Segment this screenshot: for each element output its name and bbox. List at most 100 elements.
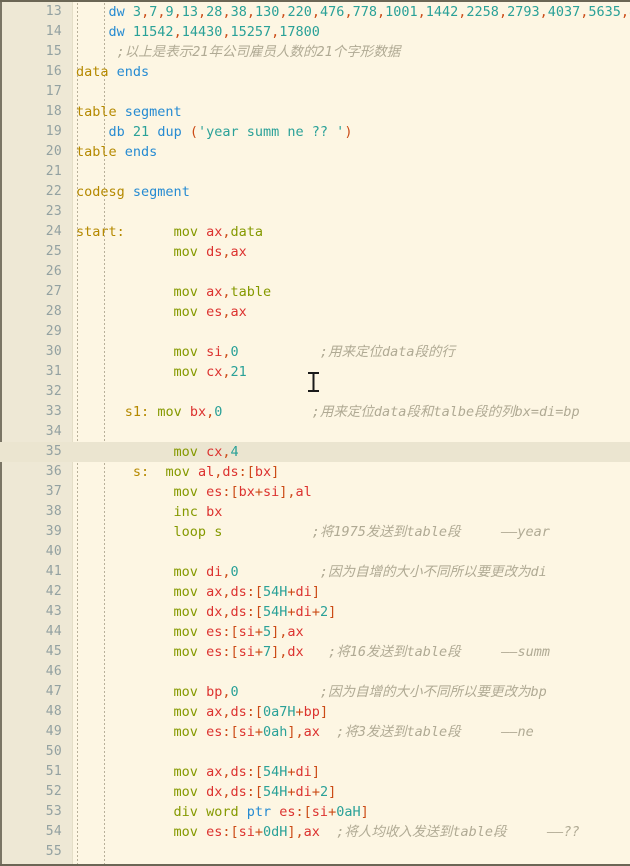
code-line[interactable]: 18 table segment [0, 102, 630, 122]
code-line[interactable]: 56 [0, 862, 630, 864]
code-line[interactable]: 31 mov cx,21 [0, 362, 630, 382]
code-line[interactable]: 36 s: mov al,ds:[bx] [0, 462, 630, 482]
code-line[interactable]: 51 mov ax,ds:[54H+di] [0, 762, 630, 782]
code-line[interactable]: 26 [0, 262, 630, 282]
token-num: 5 [263, 624, 272, 640]
token-reg: ds [230, 704, 247, 720]
code-text: dw 11542,14430,15257,17800 [76, 22, 320, 42]
code-line[interactable]: 39 loop s ;将1975发送到table段 ——year [0, 522, 630, 542]
code-line[interactable]: 45 mov es:[si+7],dx ;将16发送到table段 ——summ [0, 642, 630, 662]
token-reg: ax [230, 244, 247, 260]
token-reg: di [295, 784, 312, 800]
code-line[interactable]: 17 [0, 82, 630, 102]
token-punc: :[ [246, 784, 264, 800]
code-line[interactable]: 19 db 21 dup ('year summ ne ?? ') [0, 122, 630, 142]
code-line[interactable]: 46 [0, 662, 630, 682]
token-ins: loop [173, 524, 207, 540]
token-num: 476 [320, 4, 345, 20]
code-line[interactable]: 42 mov ax,ds:[54H+di] [0, 582, 630, 602]
code-line[interactable]: 38 inc bx [0, 502, 630, 522]
code-line[interactable]: 24 start: mov ax,data [0, 222, 630, 242]
token-punc: , [222, 224, 231, 240]
token-reg: si [206, 344, 223, 360]
code-line[interactable]: 34 [0, 422, 630, 442]
token-punc: ] [311, 584, 320, 600]
code-text: s: mov al,ds:[bx] [76, 462, 279, 482]
code-line[interactable]: 47 mov bp,0 ;因为自增的大小不同所以要更改为bp [0, 682, 630, 702]
code-text: div word ptr es:[si+0aH] [76, 802, 369, 822]
code-line[interactable]: 29 [0, 322, 630, 342]
code-line[interactable]: 16 data ends [0, 62, 630, 82]
code-line[interactable]: 49 mov es:[si+0ah],ax ;将3发送到table段 ——ne [0, 722, 630, 742]
code-lines-container[interactable]: 13 dw 3,7,9,13,28,38,130,220,476,778,100… [0, 2, 630, 864]
token-reg: es [206, 724, 223, 740]
code-line[interactable]: 32 [0, 382, 630, 402]
code-line[interactable]: 44 mov es:[si+5],ax [0, 622, 630, 642]
token-str: 'year summ ne ?? ' [198, 124, 345, 140]
code-editor[interactable]: 13 dw 3,7,9,13,28,38,130,220,476,778,100… [0, 0, 630, 866]
code-line[interactable]: 52 mov dx,ds:[54H+di+2] [0, 782, 630, 802]
code-text: start: mov ax,data [76, 222, 263, 242]
line-number: 38 [45, 504, 62, 519]
code-line[interactable]: 48 mov ax,ds:[0a7H+bp] [0, 702, 630, 722]
code-line[interactable]: 50 [0, 742, 630, 762]
code-line[interactable]: 28 mov es,ax [0, 302, 630, 322]
token-lbl: start: [76, 224, 125, 240]
code-line[interactable]: 14 dw 11542,14430,15257,17800 [0, 22, 630, 42]
code-line[interactable]: 53 div word ptr es:[si+0aH] [0, 802, 630, 822]
token-reg: es [206, 824, 223, 840]
code-line[interactable]: 40 [0, 542, 630, 562]
code-line-current[interactable]: 35 mov cx,4 [0, 442, 630, 462]
token-punc: , [173, 4, 182, 20]
token-punc: + [287, 584, 296, 600]
token-punc: , [279, 4, 288, 20]
code-line[interactable]: 54 mov es:[si+0dH],ax ;将人均收入发送到table段 ——… [0, 822, 630, 842]
token-kw: ends [124, 144, 158, 160]
token-num: 220 [287, 4, 312, 20]
code-line[interactable]: 25 mov ds,ax [0, 242, 630, 262]
line-number: 35 [45, 444, 62, 459]
code-line[interactable]: 37 mov es:[bx+si],al [0, 482, 630, 502]
code-line[interactable]: 33 s1: mov bx,0 ;用来定位data段和talbe段的列bx=di… [0, 402, 630, 422]
token-punc: ] [319, 704, 329, 720]
token-ins: mov [157, 404, 182, 420]
code-line[interactable]: 41 mov di,0 ;因为自增的大小不同所以要更改为di [0, 562, 630, 582]
token-ins: table [230, 284, 272, 300]
code-line[interactable]: 22 codesg segment [0, 182, 630, 202]
token-ins: mov [173, 784, 198, 800]
code-line[interactable]: 30 mov si,0 ;用来定位data段的行 [0, 342, 630, 362]
code-line[interactable]: 23 [0, 202, 630, 222]
line-number: 26 [45, 264, 62, 279]
code-line[interactable]: 13 dw 3,7,9,13,28,38,130,220,476,778,100… [0, 2, 630, 22]
code-line[interactable]: 43 mov dx,ds:[54H+di+2] [0, 602, 630, 622]
code-line[interactable]: 27 mov ax,table [0, 282, 630, 302]
code-line[interactable]: 21 [0, 162, 630, 182]
token-num: 0 [230, 684, 239, 700]
code-line[interactable]: 15 ;以上是表示21年公司雇员人数的21个字形数据 [0, 42, 630, 62]
token-num: 54H [263, 764, 288, 780]
token-reg: si [238, 824, 255, 840]
token-reg: di [295, 604, 312, 620]
token-reg: ds [230, 764, 247, 780]
token-kw: segment [124, 104, 182, 120]
code-text: ;以上是表示21年公司雇员人数的21个字形数据 [76, 42, 401, 62]
token-punc: ], [287, 724, 304, 740]
code-line[interactable]: 20 table ends [0, 142, 630, 162]
line-number: 25 [45, 244, 62, 259]
line-number: 23 [45, 204, 62, 219]
token-punc: ] [271, 464, 280, 480]
code-line[interactable]: 55 [0, 842, 630, 862]
